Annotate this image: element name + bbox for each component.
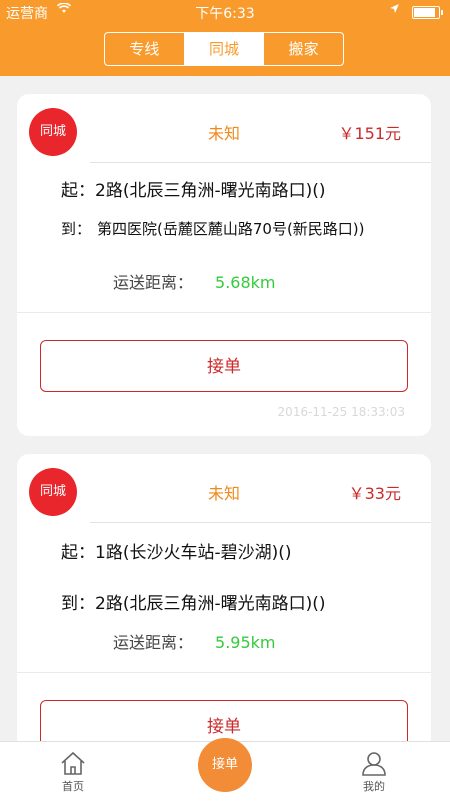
accept-order-button[interactable]: 接单 <box>40 340 408 392</box>
origin-label: 起： <box>61 181 95 201</box>
tab-home[interactable]: 首页 <box>33 742 113 801</box>
distance-row: 运送距离： 5.68km <box>113 269 276 293</box>
tab-banjia[interactable]: 搬家 <box>264 33 343 65</box>
order-timestamp: 2016-11-25 18:33:03 <box>277 405 405 419</box>
origin-address: 2路(北辰三角洲-曙光南路口)() <box>95 181 326 201</box>
tab-mine[interactable]: 我的 <box>334 742 414 801</box>
destination-address: 第四医院(岳麓区麓山路70号(新民路口)) <box>97 220 365 238</box>
order-status: 未知 <box>207 484 240 503</box>
order-status: 未知 <box>207 124 240 143</box>
battery-icon <box>412 6 443 19</box>
destination-row: 到： 第四医院(岳麓区麓山路70号(新民路口)) <box>61 218 391 240</box>
divider <box>17 312 431 313</box>
origin-row: 起：2路(北辰三角洲-曙光南路口)() <box>61 176 325 201</box>
order-card: 同城 未知 ￥33元 起：1路(长沙火车站-碧沙湖)() 到：2路(北辰三角洲-… <box>17 454 431 784</box>
order-card: 同城 未知 ￥151元 起：2路(北辰三角洲-曙光南路口)() 到： 第四医院(岳… <box>17 94 431 436</box>
status-bar: 运营商 下午6:33 <box>0 0 450 24</box>
order-type-badge: 同城 <box>29 468 77 516</box>
center-accept-button[interactable]: 接单 <box>198 738 252 792</box>
tab-zhuanxian[interactable]: 专线 <box>105 33 185 65</box>
order-type-badge: 同城 <box>29 108 77 156</box>
distance-row: 运送距离： 5.95km <box>113 629 276 653</box>
tab-home-label: 首页 <box>62 780 84 793</box>
destination-label: 到： <box>61 220 92 238</box>
destination-address: 2路(北辰三角洲-曙光南路口)() <box>95 594 326 614</box>
divider <box>90 162 431 163</box>
category-segmented-control: 专线 同城 搬家 <box>104 32 344 66</box>
order-price: ￥33元 <box>348 484 401 503</box>
distance-label: 运送距离： <box>113 273 194 292</box>
home-icon <box>61 751 85 775</box>
tab-tongcheng[interactable]: 同城 <box>184 33 265 65</box>
distance-label: 运送距离： <box>113 633 194 652</box>
order-price: ￥151元 <box>338 124 401 143</box>
origin-label: 起： <box>61 543 95 563</box>
clock: 下午6:33 <box>195 6 255 22</box>
tab-mine-label: 我的 <box>363 780 385 793</box>
location-arrow-icon <box>389 3 400 17</box>
divider <box>90 522 431 523</box>
user-icon <box>362 752 386 776</box>
app-header: 运营商 下午6:33 专线 同城 搬家 <box>0 0 450 76</box>
distance-value: 5.68km <box>215 273 276 292</box>
divider <box>17 672 431 673</box>
origin-address: 1路(长沙火车站-碧沙湖)() <box>95 543 292 563</box>
distance-value: 5.95km <box>215 633 276 652</box>
origin-row: 起：1路(长沙火车站-碧沙湖)() <box>61 538 291 563</box>
destination-row: 到：2路(北辰三角洲-曙光南路口)() <box>61 589 325 614</box>
destination-label: 到： <box>61 594 95 614</box>
